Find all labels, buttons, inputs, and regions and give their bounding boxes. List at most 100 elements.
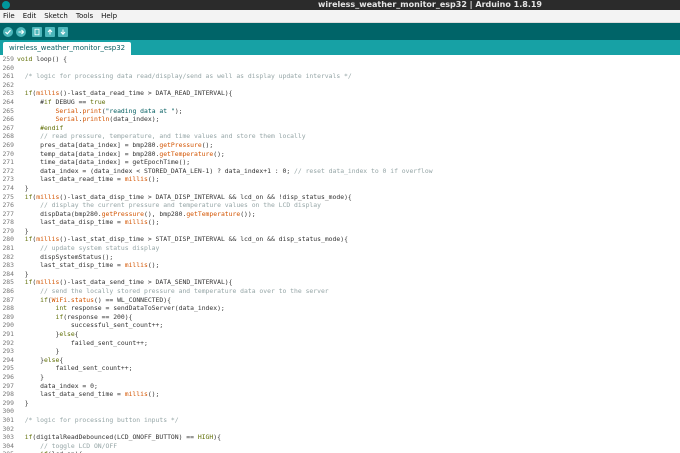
code-line[interactable]: 275 if(millis()-last_data_disp_time > DA… xyxy=(0,193,680,202)
line-number: 262 xyxy=(2,80,14,89)
code-line[interactable]: 264 #if DEBUG == true xyxy=(0,98,680,107)
menu-edit[interactable]: Edit xyxy=(23,12,37,20)
code-line[interactable]: 299 } xyxy=(0,399,680,408)
line-code: // read pressure, temperature, and time … xyxy=(40,132,306,141)
code-line[interactable]: 277 dispData(bmp280.getPressure(), bmp28… xyxy=(0,210,680,219)
line-code: } xyxy=(17,183,29,192)
code-line[interactable]: 300 xyxy=(0,407,680,416)
code-line[interactable]: 262 xyxy=(0,81,680,90)
code-line[interactable]: 270 temp_data[data_index] = bmp280.getTe… xyxy=(0,150,680,159)
line-code: dispData(bmp280.getPressure(), bmp280.ge… xyxy=(17,209,256,218)
line-code: pres_data[data_index] = bmp280.getPressu… xyxy=(17,140,214,149)
code-line[interactable]: 263 if(millis()-last_data_read_time > DA… xyxy=(0,89,680,98)
line-number: 269 xyxy=(2,140,14,149)
code-line[interactable]: 290 successful_sent_count++; xyxy=(0,321,680,330)
line-number: 283 xyxy=(2,261,14,270)
code-line[interactable]: 279 } xyxy=(0,227,680,236)
tab-sketch[interactable]: wireless_weather_monitor_esp32 xyxy=(3,42,132,55)
line-number: 284 xyxy=(2,269,14,278)
line-code: data_index = 0; xyxy=(17,381,98,390)
toolbar xyxy=(0,23,680,40)
code-line[interactable]: 289 if(response == 200){ xyxy=(0,313,680,322)
line-number: 299 xyxy=(2,398,14,407)
menu-tools[interactable]: Tools xyxy=(76,12,93,20)
menu-bar: File Edit Sketch Tools Help xyxy=(0,10,680,23)
code-line[interactable]: 283 last_stat_disp_time = millis(); xyxy=(0,261,680,270)
line-code: // update system status display xyxy=(40,244,160,253)
code-line[interactable]: 303 if(digitalReadDebounced(LCD_ONOFF_BU… xyxy=(0,433,680,442)
save-button[interactable] xyxy=(58,26,68,37)
code-line[interactable]: 282 dispSystemStatus(); xyxy=(0,253,680,262)
line-number: 277 xyxy=(2,209,14,218)
code-line[interactable]: 267 #endif xyxy=(0,124,680,133)
code-line[interactable]: 265 Serial.print("reading data at "); xyxy=(0,107,680,116)
code-line[interactable]: 286 // send the locally stored pressure … xyxy=(0,287,680,296)
upload-button[interactable] xyxy=(16,26,26,37)
new-button[interactable] xyxy=(32,26,42,37)
line-code: int response = sendDataToServer(data_ind… xyxy=(55,304,225,313)
code-line[interactable]: 284 } xyxy=(0,270,680,279)
code-editor[interactable]: 259 void loop() {260 261 /* logic for proc… xyxy=(0,55,680,453)
line-code: if(millis()-last_data_read_time > DATA_R… xyxy=(24,89,233,98)
line-code: /* logic for processing button inputs */ xyxy=(24,415,179,424)
line-code: temp_data[data_index] = bmp280.getTemper… xyxy=(17,149,225,158)
line-number: 291 xyxy=(2,330,14,338)
line-code: void loop() { xyxy=(17,55,68,63)
line-code: dispSystemStatus(); xyxy=(17,252,114,261)
code-line[interactable]: 260 xyxy=(0,64,680,73)
line-number: 275 xyxy=(2,192,14,201)
line-code: last_data_read_time = millis(); xyxy=(17,175,160,184)
code-line[interactable]: 273 last_data_read_time = millis(); xyxy=(0,175,680,184)
code-line[interactable]: 261 /* logic for processing data read/di… xyxy=(0,72,680,81)
code-line[interactable]: 281 // update system status display xyxy=(0,244,680,253)
code-line[interactable]: 296 } xyxy=(0,373,680,382)
code-line[interactable]: 272 data_index = (data_index < STORED_DA… xyxy=(0,167,680,176)
tab-bar: wireless_weather_monitor_esp32 xyxy=(0,40,680,55)
code-line[interactable]: 292 failed_sent_count++; xyxy=(0,339,680,348)
line-number: 285 xyxy=(2,278,14,287)
code-line[interactable]: 268 // read pressure, temperature, and t… xyxy=(0,132,680,141)
line-number: 267 xyxy=(2,123,14,132)
line-code: if(WiFi.status() == WL_CONNECTED){ xyxy=(40,295,171,304)
verify-icon xyxy=(5,29,11,35)
code-line[interactable]: 287 if(WiFi.status() == WL_CONNECTED){ xyxy=(0,296,680,305)
code-line[interactable]: 293 } xyxy=(0,347,680,356)
line-number: 304 xyxy=(2,441,14,450)
menu-help[interactable]: Help xyxy=(101,12,117,20)
menu-sketch[interactable]: Sketch xyxy=(44,12,68,20)
code-line[interactable]: 271 time_data[data_index] = getEpochTime… xyxy=(0,158,680,167)
verify-button[interactable] xyxy=(3,26,13,37)
line-code: last_data_disp_time = millis(); xyxy=(17,218,160,227)
window-titlebar: wireless_weather_monitor_esp32 | Arduino… xyxy=(0,0,680,10)
code-line[interactable]: 295 failed_sent_count++; xyxy=(0,364,680,373)
code-line[interactable]: 278 last_data_disp_time = millis(); xyxy=(0,218,680,227)
open-button[interactable] xyxy=(45,26,55,37)
menu-file[interactable]: File xyxy=(3,12,15,20)
code-line[interactable]: 297 data_index = 0; xyxy=(0,382,680,391)
line-number: 272 xyxy=(2,166,14,175)
code-line[interactable]: 285 if(millis()-last_data_send_time > DA… xyxy=(0,278,680,287)
code-line[interactable]: 274 } xyxy=(0,184,680,193)
code-line[interactable]: 269 pres_data[data_index] = bmp280.getPr… xyxy=(0,141,680,150)
code-line[interactable]: 266 Serial.println(data_index); xyxy=(0,115,680,124)
code-line[interactable]: 304 // toggle LCD ON/OFF xyxy=(0,442,680,451)
code-line[interactable]: 280 if(millis()-last_stat_disp_time > ST… xyxy=(0,235,680,244)
line-code: } xyxy=(17,398,29,407)
line-number: 288 xyxy=(2,304,14,313)
line-code: // toggle LCD ON/OFF xyxy=(40,441,118,450)
code-line[interactable]: 276 // display the current pressure and … xyxy=(0,201,680,210)
line-number: 260 xyxy=(2,63,14,72)
code-line[interactable]: 291 }else{ xyxy=(0,330,680,339)
code-line[interactable]: 301 /* logic for processing button input… xyxy=(0,416,680,425)
line-number: 259 xyxy=(2,55,14,63)
line-number: 300 xyxy=(2,407,14,416)
code-line[interactable]: 259 void loop() { xyxy=(0,55,680,64)
line-code: if(digitalReadDebounced(LCD_ONOFF_BUTTON… xyxy=(24,433,221,442)
code-line[interactable]: 302 xyxy=(0,425,680,434)
code-line[interactable]: 294 }else{ xyxy=(0,356,680,365)
line-code: // send the locally stored pressure and … xyxy=(40,287,329,296)
code-line[interactable]: 288 int response = sendDataToServer(data… xyxy=(0,304,680,313)
code-line[interactable]: 298 last_data_send_time = millis(); xyxy=(0,390,680,399)
